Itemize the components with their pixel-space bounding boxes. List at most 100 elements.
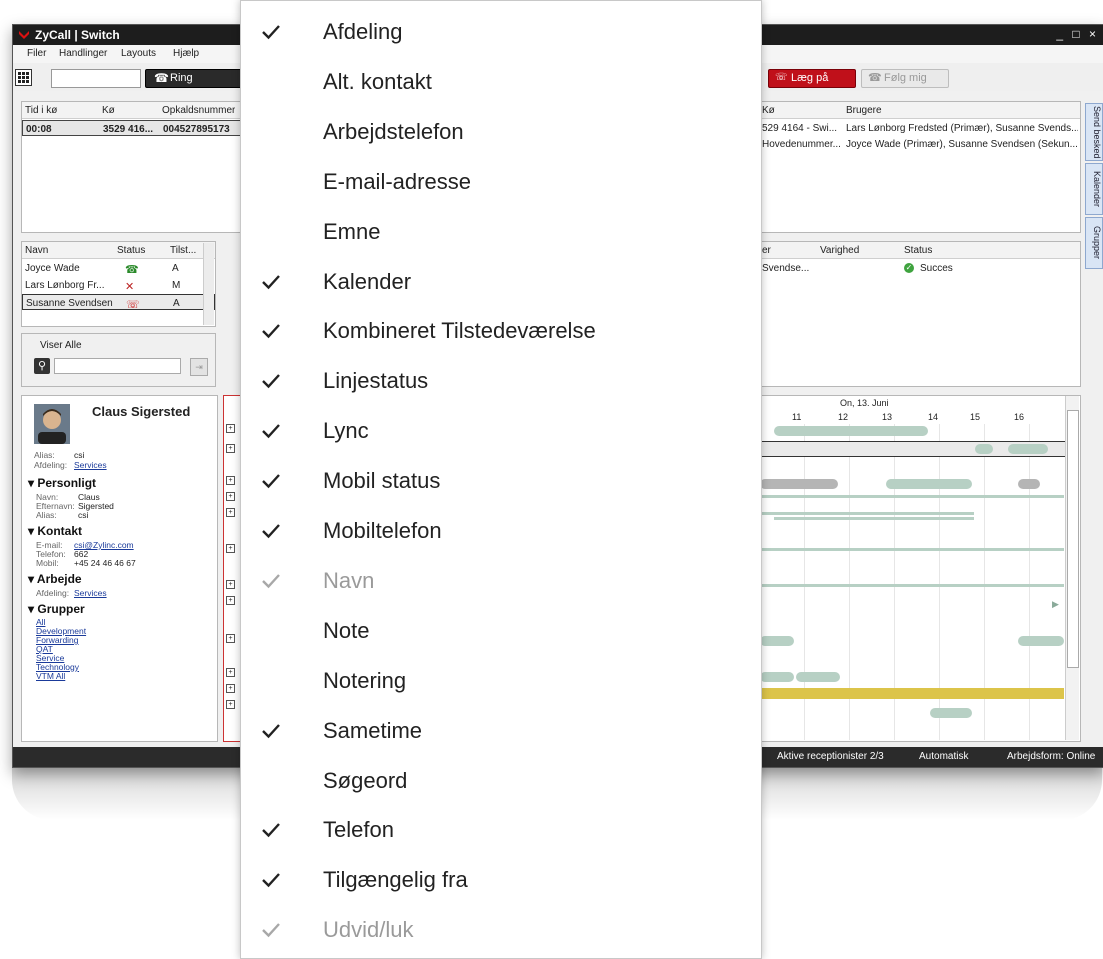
section-personligt[interactable]: ▾ Personligt	[28, 476, 96, 490]
expand-icon[interactable]: +	[226, 596, 235, 605]
section-grupper[interactable]: ▾ Grupper	[28, 602, 85, 616]
menu-item[interactable]: Note	[241, 607, 761, 657]
queue-user-row[interactable]: 529 4164 - Swi... Lars Lønborg Fredsted …	[760, 120, 1080, 136]
expand-icon[interactable]: +	[226, 476, 235, 485]
call-row[interactable]: Svendse... ✓ Succes	[760, 260, 1080, 276]
menu-item[interactable]: Notering	[241, 657, 761, 707]
col-navn[interactable]: Navn	[25, 245, 48, 256]
calendar-event[interactable]	[975, 444, 993, 454]
checkmark-icon	[262, 524, 280, 539]
col-brugere[interactable]: Brugere	[846, 105, 882, 116]
menu-item[interactable]: Mobiltelefon	[241, 507, 761, 557]
tab-kalender[interactable]: Kalender	[1085, 163, 1103, 215]
window-controls[interactable]: _ □ ×	[1056, 27, 1099, 41]
contact-card: Claus Sigersted Alias: csi Afdeling: Ser…	[21, 395, 218, 742]
col-koe[interactable]: Kø	[102, 105, 115, 116]
window-title: ZyCall | Switch	[35, 28, 120, 42]
calendar-event[interactable]	[1018, 636, 1064, 646]
section-kontakt[interactable]: ▾ Kontakt	[28, 524, 82, 538]
checkmark-icon	[262, 374, 280, 389]
col-tilstede[interactable]: Tilst...	[170, 245, 196, 256]
menu-hjaelp[interactable]: Hjælp	[173, 48, 199, 59]
menu-item-label: Arbejdstelefon	[323, 118, 464, 144]
ring-button[interactable]: ☎ Ring	[145, 69, 242, 88]
filter-input[interactable]	[54, 358, 181, 374]
col-opkaldsnummer[interactable]: Opkaldsnummer	[162, 105, 235, 116]
menu-item[interactable]: Telefon	[241, 806, 761, 856]
menu-item-label: Afdeling	[323, 19, 403, 44]
calendar-event[interactable]	[760, 636, 794, 646]
hangup-button[interactable]: ☏ Læg på	[768, 69, 856, 88]
expand-icon[interactable]: +	[226, 508, 235, 517]
menu-item[interactable]: Alt. kontakt	[241, 58, 761, 108]
col-tid-i-koe[interactable]: Tid i kø	[25, 105, 57, 116]
expand-icon[interactable]: +	[226, 668, 235, 677]
menu-item[interactable]: Arbejdstelefon	[241, 108, 761, 158]
tab-grupper[interactable]: Grupper	[1085, 217, 1103, 269]
users-table-header: Navn Status Tilst...	[22, 242, 215, 259]
tab-send-besked[interactable]: Send besked	[1085, 103, 1103, 161]
ring-label: Ring	[170, 72, 193, 84]
menu-item[interactable]: Kombineret Tilstedeværelse	[241, 307, 761, 357]
col-status-right[interactable]: Status	[904, 245, 932, 256]
column-chooser-menu: Afdeling Alt. kontakt Arbejdstelefon E-mail…	[240, 0, 762, 959]
col-koe-right[interactable]: Kø	[762, 105, 775, 116]
dial-input[interactable]	[51, 69, 141, 88]
menu-item[interactable]: Afdeling	[241, 8, 761, 58]
menu-item[interactable]: E-mail-adresse	[241, 158, 761, 208]
menu-item-label: Mobiltelefon	[323, 518, 442, 543]
expand-icon[interactable]: +	[226, 634, 235, 643]
expand-icon[interactable]: +	[226, 580, 235, 589]
expand-icon[interactable]: +	[226, 444, 235, 453]
menu-item[interactable]: Mobil status	[241, 457, 761, 507]
menu-item[interactable]: Søgeord	[241, 757, 761, 807]
queue-user-row[interactable]: Hovedenummer... Joyce Wade (Primær), Sus…	[760, 136, 1080, 152]
follow-me-button[interactable]: ☎ Følg mig	[861, 69, 949, 88]
menu-item[interactable]: Sametime	[241, 707, 761, 757]
expand-icon[interactable]: +	[226, 492, 235, 501]
dept-link-2[interactable]: Services	[74, 588, 107, 598]
menu-item: Udvid/luk	[241, 906, 761, 956]
calendar-event-highlight[interactable]	[760, 688, 1064, 699]
users-scrollbar[interactable]	[203, 243, 214, 325]
dept-link[interactable]: Services	[74, 460, 107, 470]
menu-item[interactable]: Lync	[241, 407, 761, 457]
queue-row[interactable]: 00:08 3529 416... 004527895173	[22, 120, 254, 136]
calendar-line	[760, 548, 1064, 551]
expand-icon[interactable]: +	[226, 424, 235, 433]
scroll-thumb[interactable]	[1067, 410, 1079, 668]
calendar-scrollbar[interactable]	[1065, 396, 1079, 740]
workform-status[interactable]: Arbejdsform: Online	[1007, 751, 1095, 762]
menu-item[interactable]: Kalender	[241, 258, 761, 308]
menu-item[interactable]: Emne	[241, 208, 761, 258]
menu-filer[interactable]: Filer	[27, 48, 46, 59]
col-varighed[interactable]: Varighed	[820, 245, 859, 256]
calendar-event[interactable]	[774, 426, 928, 436]
menu-layouts[interactable]: Layouts	[121, 48, 156, 59]
menu-item[interactable]: Linjestatus	[241, 357, 761, 407]
section-arbejde[interactable]: ▾ Arbejde	[28, 572, 82, 586]
calendar-event[interactable]	[1018, 479, 1040, 489]
calendar-event[interactable]	[930, 708, 972, 718]
calendar-event[interactable]	[1008, 444, 1048, 454]
user-row[interactable]: Susanne Svendsen ☏ A	[22, 294, 215, 311]
calls-table: er Varighed Status Svendse... ✓ Succes	[759, 241, 1081, 387]
menu-item[interactable]: Tilgængelig fra	[241, 856, 761, 906]
search-icon[interactable]: ⚲	[34, 358, 50, 374]
col-status[interactable]: Status	[117, 245, 145, 256]
expand-icon[interactable]: +	[226, 684, 235, 693]
calendar-event[interactable]	[760, 479, 838, 489]
menu-handlinger[interactable]: Handlinger	[59, 48, 107, 59]
user-row[interactable]: Lars Lønborg Fr... ✕ M	[22, 277, 215, 293]
dialpad-icon[interactable]	[15, 69, 32, 86]
expand-icon[interactable]: +	[226, 544, 235, 553]
avatar	[34, 404, 70, 444]
clear-filter-icon[interactable]: ⇥	[190, 358, 208, 376]
group-link[interactable]: VTM All	[36, 671, 65, 681]
calendar-event[interactable]	[796, 672, 840, 682]
user-row[interactable]: Joyce Wade ☎ A	[22, 260, 215, 276]
calendar-event[interactable]	[886, 479, 972, 489]
calendar-event[interactable]	[760, 672, 794, 682]
expand-icon[interactable]: +	[226, 700, 235, 709]
menu-item-label: Kombineret Tilstedeværelse	[323, 318, 596, 344]
